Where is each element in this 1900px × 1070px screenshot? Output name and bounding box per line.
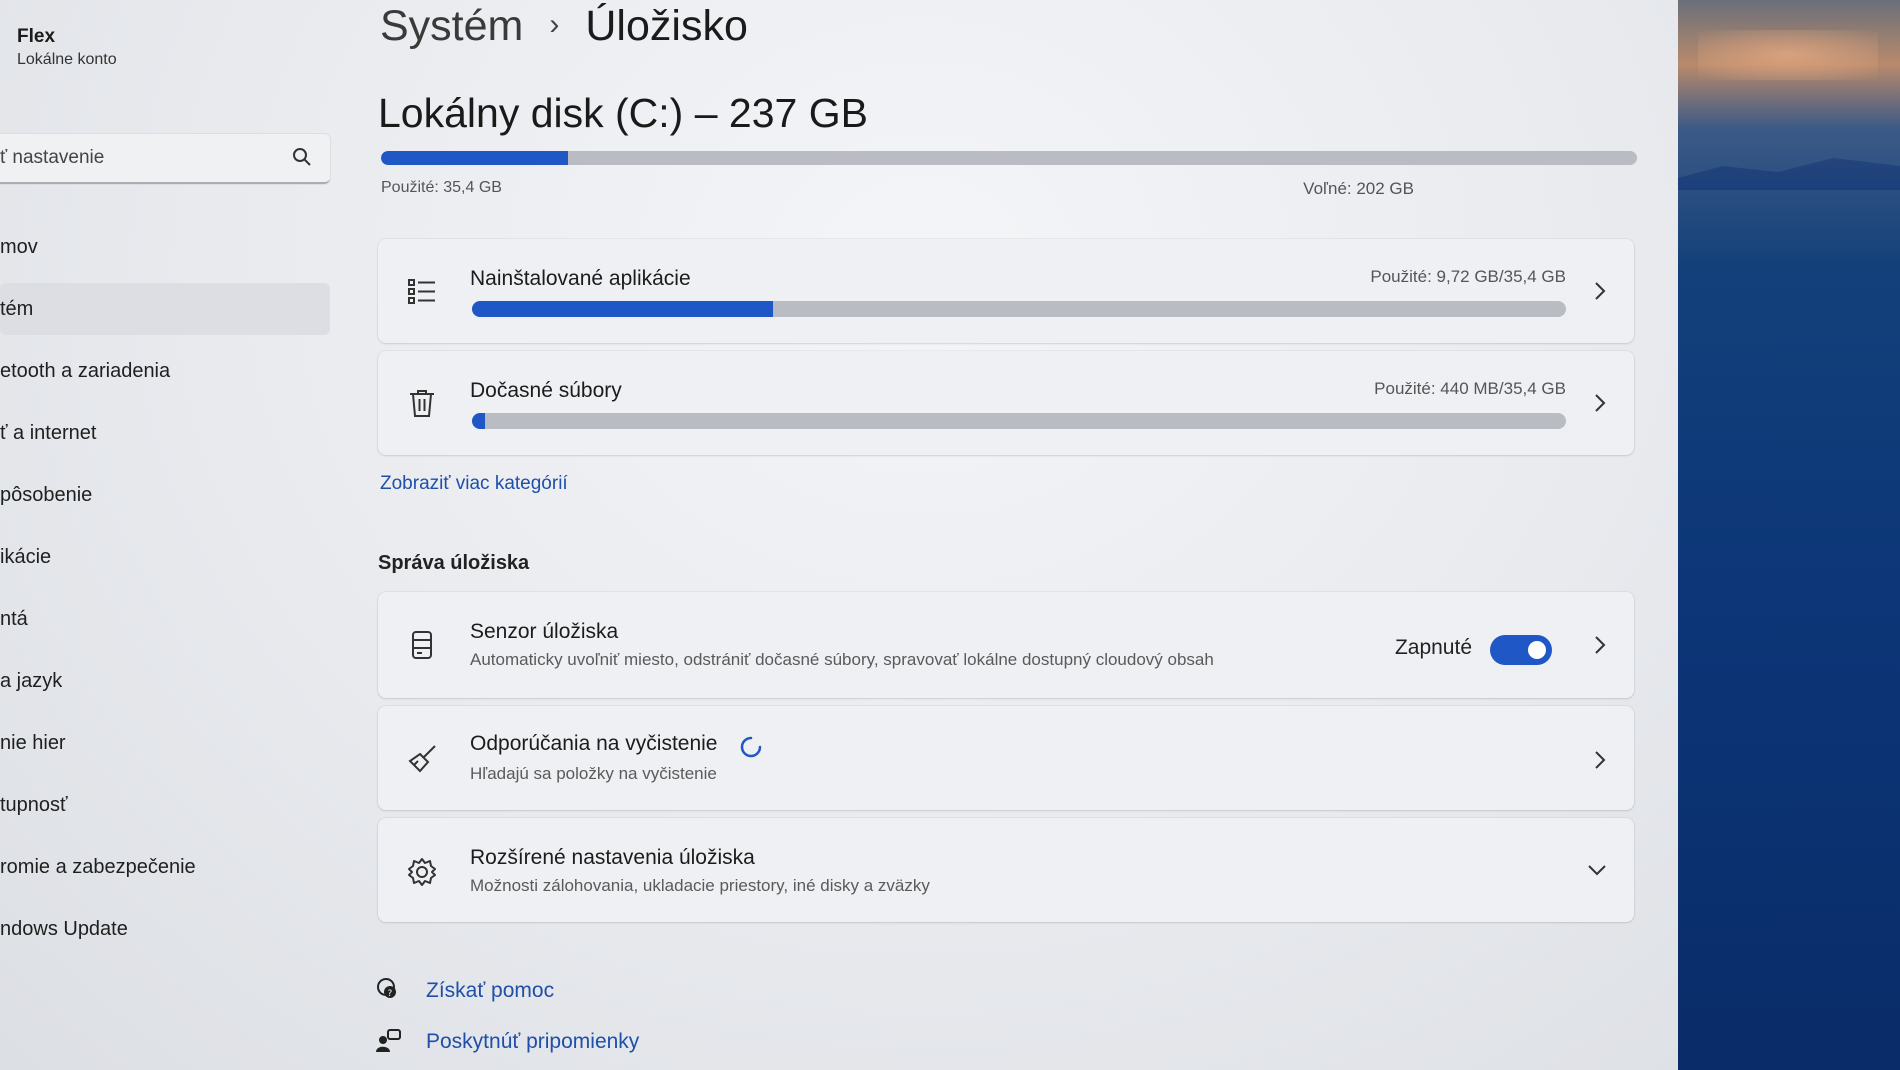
breadcrumb-parent[interactable]: Systém (380, 2, 523, 50)
settings-window: Flex Lokálne konto ť nastavenie mov tém … (0, 0, 1678, 1070)
help-icon: ? (377, 978, 396, 999)
chevron-right-icon (1595, 751, 1606, 769)
category-title: Nainštalované aplikácie (470, 267, 691, 290)
toggle-knob (1528, 641, 1546, 659)
storage-sense-state: Zapnuté (1394, 636, 1472, 659)
trash-icon (410, 390, 434, 417)
get-help-link[interactable]: Získať pomoc (426, 979, 554, 1003)
advanced-storage-settings-row[interactable]: Rozšírené nastavenia úložiska Možnosti z… (378, 818, 1634, 922)
chevron-right-icon: › (549, 8, 560, 41)
settings-search[interactable]: ť nastavenie (0, 134, 330, 184)
category-temporary-files[interactable]: Dočasné súbory Použité: 440 MB/35,4 GB (378, 351, 1634, 455)
loading-spinner-icon (740, 736, 762, 758)
sidebar-item-personalization[interactable]: pôsobenie (0, 469, 330, 521)
sidebar-item-bluetooth[interactable]: etooth a zariadenia (0, 345, 330, 397)
category-installed-apps[interactable]: Nainštalované aplikácie Použité: 9,72 GB… (378, 239, 1634, 343)
cleanup-title: Odporúčania na vyčistenie (470, 732, 717, 756)
disk-title: Lokálny disk (C:) – 237 GB (378, 90, 868, 136)
disk-free-label: Voľné: 202 GB (1303, 179, 1414, 198)
disk-used-label: Použité: 35,4 GB (381, 179, 502, 196)
category-usage-bar (472, 301, 1566, 317)
sidebar-item-network[interactable]: ť a internet (0, 407, 330, 459)
page-title: Úložisko (585, 2, 748, 50)
list-icon (408, 279, 435, 304)
svg-text:?: ? (388, 989, 393, 999)
storage-sense-desc: Automaticky uvoľniť miesto, odstrániť do… (470, 650, 1214, 669)
storage-sense-toggle[interactable] (1490, 635, 1552, 665)
feedback-icon (376, 1029, 401, 1052)
category-usage-label: Použité: 440 MB/35,4 GB (1374, 379, 1566, 398)
sidebar-item-windows-update[interactable]: ndows Update (0, 903, 330, 955)
sidebar-item-home[interactable]: mov (0, 221, 330, 273)
advanced-desc: Možnosti zálohovania, ukladacie priestor… (470, 876, 930, 895)
sidebar-item-accessibility[interactable]: tupnosť (0, 779, 330, 831)
sidebar-item-system[interactable]: tém (0, 283, 330, 335)
chevron-right-icon (1595, 394, 1606, 412)
disk-usage-fill (381, 151, 569, 165)
storage-drive-icon (412, 631, 432, 659)
cleanup-recommendations-row[interactable]: Odporúčania na vyčistenie Hľadajú sa pol… (378, 706, 1634, 810)
wallpaper-cloud (1698, 30, 1878, 80)
account-name: Flex (17, 26, 56, 47)
desktop-wallpaper (1678, 0, 1900, 1070)
category-usage-fill (472, 301, 773, 317)
category-usage-bar (472, 413, 1566, 429)
sidebar-item-gaming[interactable]: nie hier (0, 717, 330, 769)
sidebar-item-apps[interactable]: ikácie (0, 531, 330, 583)
chevron-right-icon (1595, 282, 1606, 300)
show-more-categories-link[interactable]: Zobraziť viac kategórií (380, 473, 568, 495)
wallpaper-mountain (1678, 158, 1900, 190)
category-title: Dočasné súbory (470, 379, 622, 402)
chevron-down-icon[interactable] (1586, 858, 1608, 882)
disk-usage-bar (381, 151, 1637, 165)
give-feedback-link[interactable]: Poskytnúť pripomienky (426, 1030, 639, 1054)
sidebar-item-time-language[interactable]: a jazyk (0, 655, 330, 707)
storage-sense-row[interactable]: Senzor úložiska Automaticky uvoľniť mies… (378, 592, 1634, 698)
sidebar-item-privacy[interactable]: romie a zabezpečenie (0, 841, 330, 893)
category-usage-label: Použité: 9,72 GB/35,4 GB (1370, 267, 1566, 286)
gear-icon (408, 858, 436, 886)
breadcrumb: Systém › Úložisko (380, 2, 748, 51)
storage-sense-title: Senzor úložiska (470, 620, 619, 643)
category-usage-fill (472, 413, 486, 429)
advanced-title: Rozšírené nastavenia úložiska (470, 846, 755, 869)
broom-icon (408, 745, 436, 773)
account-type: Lokálne konto (17, 51, 117, 68)
storage-management-heading: Správa úložiska (378, 552, 530, 574)
cleanup-desc: Hľadajú sa položky na vyčistenie (470, 764, 717, 783)
search-input[interactable]: ť nastavenie (0, 147, 104, 169)
cleanup-title-text: Odporúčania na vyčistenie (470, 732, 718, 755)
search-icon[interactable] (292, 147, 312, 167)
sidebar-item-accounts[interactable]: ntá (0, 593, 330, 645)
chevron-right-icon[interactable] (1592, 633, 1608, 657)
